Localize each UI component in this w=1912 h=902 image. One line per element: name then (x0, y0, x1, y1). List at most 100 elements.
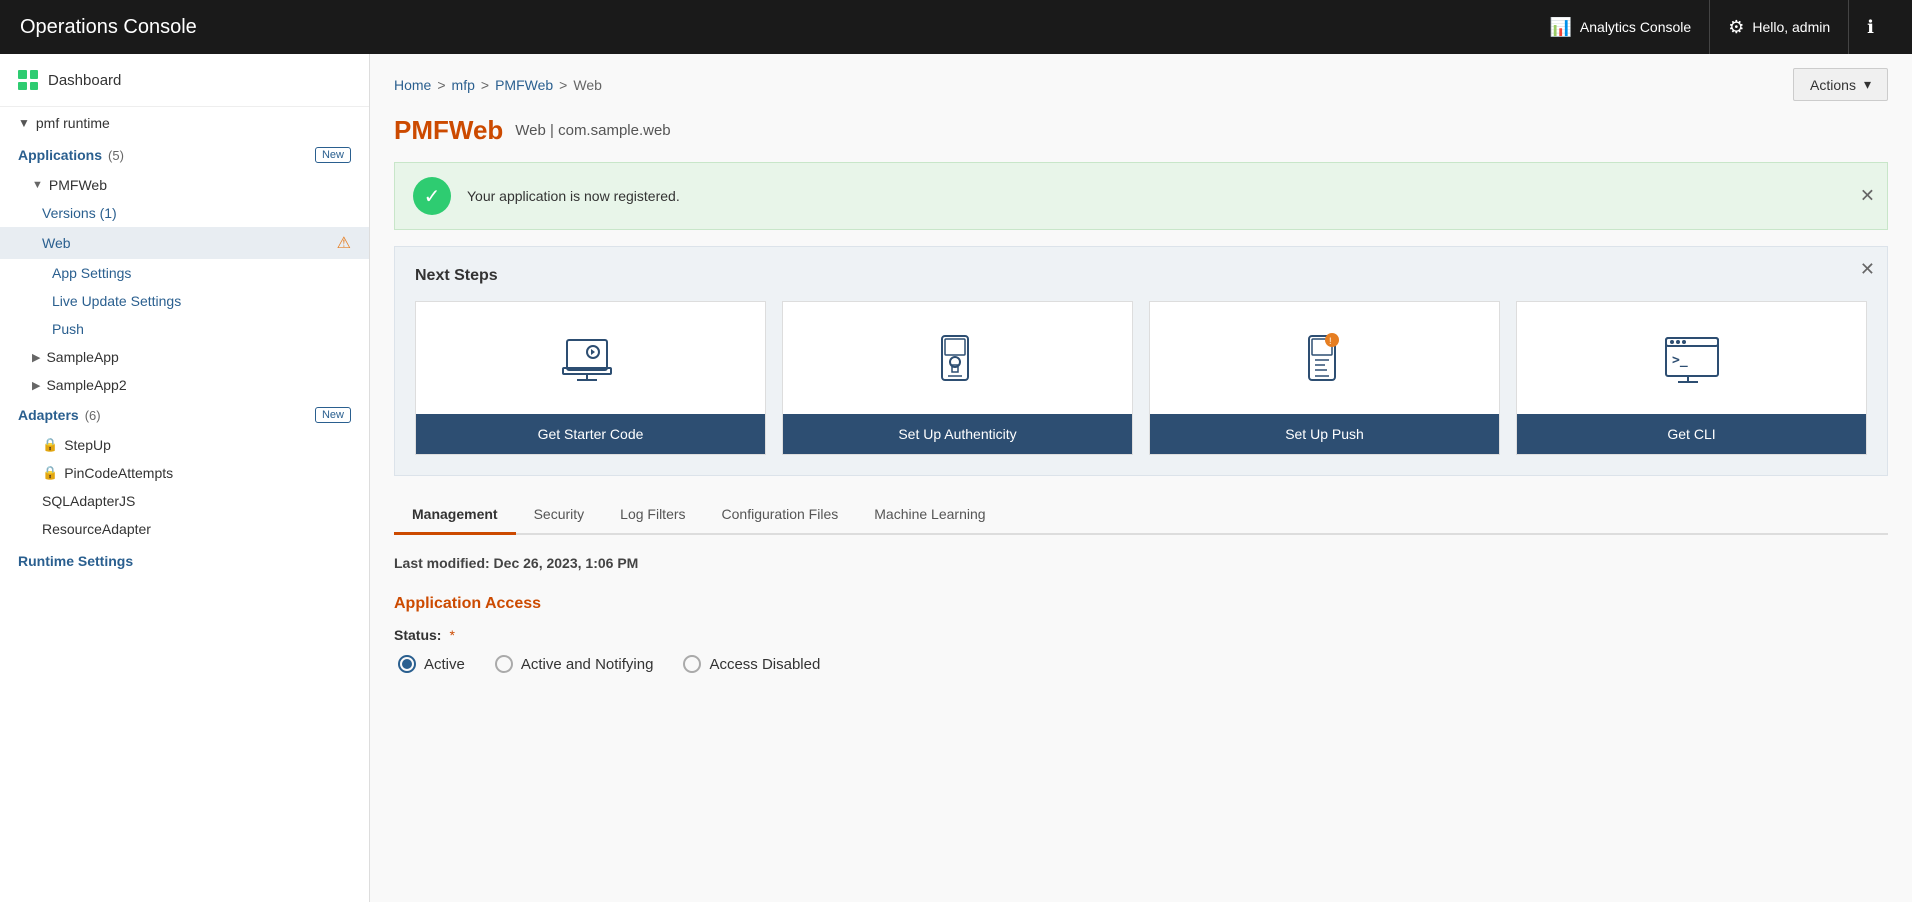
sidebar-item-resourceadapter[interactable]: ResourceAdapter (0, 515, 369, 543)
svg-text:>_: >_ (1672, 353, 1688, 368)
tab-management[interactable]: Management (394, 496, 516, 535)
lock-icon: 🔒 (42, 465, 58, 481)
chevron-down-icon: ▼ (32, 179, 43, 191)
svg-text:!: ! (1329, 336, 1332, 346)
card-label-get-starter-code: Get Starter Code (416, 414, 765, 454)
sidebar-item-sqladapterjs[interactable]: SQLAdapterJS (0, 487, 369, 515)
last-modified: Last modified: Dec 26, 2023, 1:06 PM (394, 555, 1888, 571)
dashboard-label: Dashboard (48, 72, 121, 89)
card-icon-get-starter-code (416, 302, 765, 414)
gear-icon: ⚙ (1728, 17, 1744, 38)
stepup-label: StepUp (64, 437, 111, 453)
breadcrumb-sep1: > (437, 77, 445, 93)
analytics-console-button[interactable]: 📊 Analytics Console (1531, 0, 1710, 54)
card-icon-set-up-push: ! (1150, 302, 1499, 414)
runtime-settings-label[interactable]: Runtime Settings (0, 543, 369, 575)
card-label-set-up-authenticity: Set Up Authenticity (783, 414, 1132, 454)
card-set-up-authenticity[interactable]: Set Up Authenticity (782, 301, 1133, 455)
card-label-set-up-push: Set Up Push (1150, 414, 1499, 454)
analytics-label: Analytics Console (1580, 19, 1691, 35)
radio-active-notifying[interactable]: Active and Notifying (495, 655, 654, 673)
actions-label: Actions (1810, 77, 1856, 93)
applications-label: Applications (18, 147, 102, 163)
push-label: Push (52, 321, 84, 337)
sidebar-item-live-update-settings[interactable]: Live Update Settings (0, 287, 369, 315)
main-layout: Dashboard ▼ pmf runtime Applications (5)… (0, 54, 1912, 902)
adapters-header: Adapters (6) New (0, 399, 369, 431)
adapters-group: Adapters (6) New 🔒 StepUp 🔒 PinCodeAttem… (0, 399, 369, 543)
pincodeattempts-label: PinCodeAttempts (64, 465, 173, 481)
actions-button[interactable]: Actions ▾ (1793, 68, 1888, 101)
status-label: Status: (394, 627, 441, 643)
radio-label-access-disabled: Access Disabled (709, 656, 820, 673)
dashboard-icon (18, 70, 38, 90)
sidebar-item-app-settings[interactable]: App Settings (0, 259, 369, 287)
card-icon-set-up-authenticity (783, 302, 1132, 414)
applications-badge: New (315, 147, 351, 163)
sidebar-item-sampleapp[interactable]: ▶ SampleApp (0, 343, 369, 371)
breadcrumb-mfp[interactable]: mfp (452, 77, 475, 93)
radio-circle-access-disabled (683, 655, 701, 673)
adapters-badge: New (315, 407, 351, 423)
page-content: PMFWeb Web | com.sample.web ✓ Your appli… (370, 115, 1912, 697)
versions-label: Versions (1) (42, 205, 117, 221)
tab-machine-learning[interactable]: Machine Learning (856, 496, 1003, 535)
tab-security[interactable]: Security (516, 496, 603, 535)
main-content: Home > mfp > PMFWeb > Web Actions ▾ PMFW… (370, 54, 1912, 902)
sidebar-item-pmfweb[interactable]: ▼ PMFWeb (0, 171, 369, 199)
page-header: PMFWeb Web | com.sample.web (394, 115, 1888, 146)
radio-active[interactable]: Active (398, 655, 465, 673)
success-banner: ✓ Your application is now registered. ✕ (394, 162, 1888, 230)
next-steps-close-button[interactable]: ✕ (1860, 259, 1875, 280)
live-update-settings-label: Live Update Settings (52, 293, 181, 309)
card-icon-get-cli: >_ (1517, 302, 1866, 414)
radio-access-disabled[interactable]: Access Disabled (683, 655, 820, 673)
card-get-cli[interactable]: >_ Get CLI (1516, 301, 1867, 455)
next-steps-title: Next Steps (415, 267, 1867, 285)
web-label: Web (42, 235, 71, 251)
sidebar-item-dashboard[interactable]: Dashboard (0, 54, 369, 107)
sidebar-item-pincodeattempts[interactable]: 🔒 PinCodeAttempts (0, 459, 369, 487)
management-content: Last modified: Dec 26, 2023, 1:06 PM App… (394, 555, 1888, 673)
card-get-starter-code[interactable]: Get Starter Code (415, 301, 766, 455)
status-field-row: Status: * (394, 627, 1888, 643)
sidebar: Dashboard ▼ pmf runtime Applications (5)… (0, 54, 370, 902)
runtime-label: pmf runtime (36, 115, 110, 131)
sidebar-item-sampleapp2[interactable]: ▶ SampleApp2 (0, 371, 369, 399)
sidebar-item-versions[interactable]: Versions (1) (0, 199, 369, 227)
breadcrumb: Home > mfp > PMFWeb > Web (394, 77, 602, 93)
radio-circle-active-notifying (495, 655, 513, 673)
user-menu-button[interactable]: ⚙ Hello, admin (1710, 0, 1849, 54)
pmfweb-label: PMFWeb (49, 177, 107, 193)
warning-icon: ⚠ (337, 233, 351, 253)
app-title: Operations Console (20, 16, 197, 39)
sidebar-item-stepup[interactable]: 🔒 StepUp (0, 431, 369, 459)
required-star: * (449, 627, 454, 643)
breadcrumb-sep3: > (559, 77, 567, 93)
chevron-down-icon: ▾ (1864, 76, 1871, 93)
card-set-up-push[interactable]: ! Set Up Push (1149, 301, 1500, 455)
sidebar-item-web[interactable]: Web ⚠ (0, 227, 369, 259)
tab-log-filters[interactable]: Log Filters (602, 496, 703, 535)
sampleapp2-label: SampleApp2 (46, 377, 126, 393)
next-steps-panel: Next Steps ✕ (394, 246, 1888, 476)
app-settings-label: App Settings (52, 265, 131, 281)
breadcrumb-pmfweb[interactable]: PMFWeb (495, 77, 553, 93)
tabs-bar: Management Security Log Filters Configur… (394, 496, 1888, 535)
info-button[interactable]: ℹ (1849, 0, 1892, 54)
sidebar-item-push[interactable]: Push (0, 315, 369, 343)
success-banner-close-button[interactable]: ✕ (1860, 186, 1875, 207)
breadcrumb-web: Web (573, 77, 602, 93)
top-nav-right: 📊 Analytics Console ⚙ Hello, admin ℹ (1531, 0, 1892, 54)
adapters-label: Adapters (18, 407, 79, 423)
chevron-right-icon: ▶ (32, 351, 40, 364)
applications-count: (5) (108, 148, 124, 163)
breadcrumb-home[interactable]: Home (394, 77, 431, 93)
resourceadapter-label: ResourceAdapter (42, 521, 151, 537)
sqladapterjs-label: SQLAdapterJS (42, 493, 135, 509)
analytics-icon: 📊 (1549, 17, 1571, 38)
radio-circle-active (398, 655, 416, 673)
sidebar-runtime[interactable]: ▼ pmf runtime (0, 107, 369, 139)
tab-configuration-files[interactable]: Configuration Files (704, 496, 857, 535)
success-icon: ✓ (413, 177, 451, 215)
